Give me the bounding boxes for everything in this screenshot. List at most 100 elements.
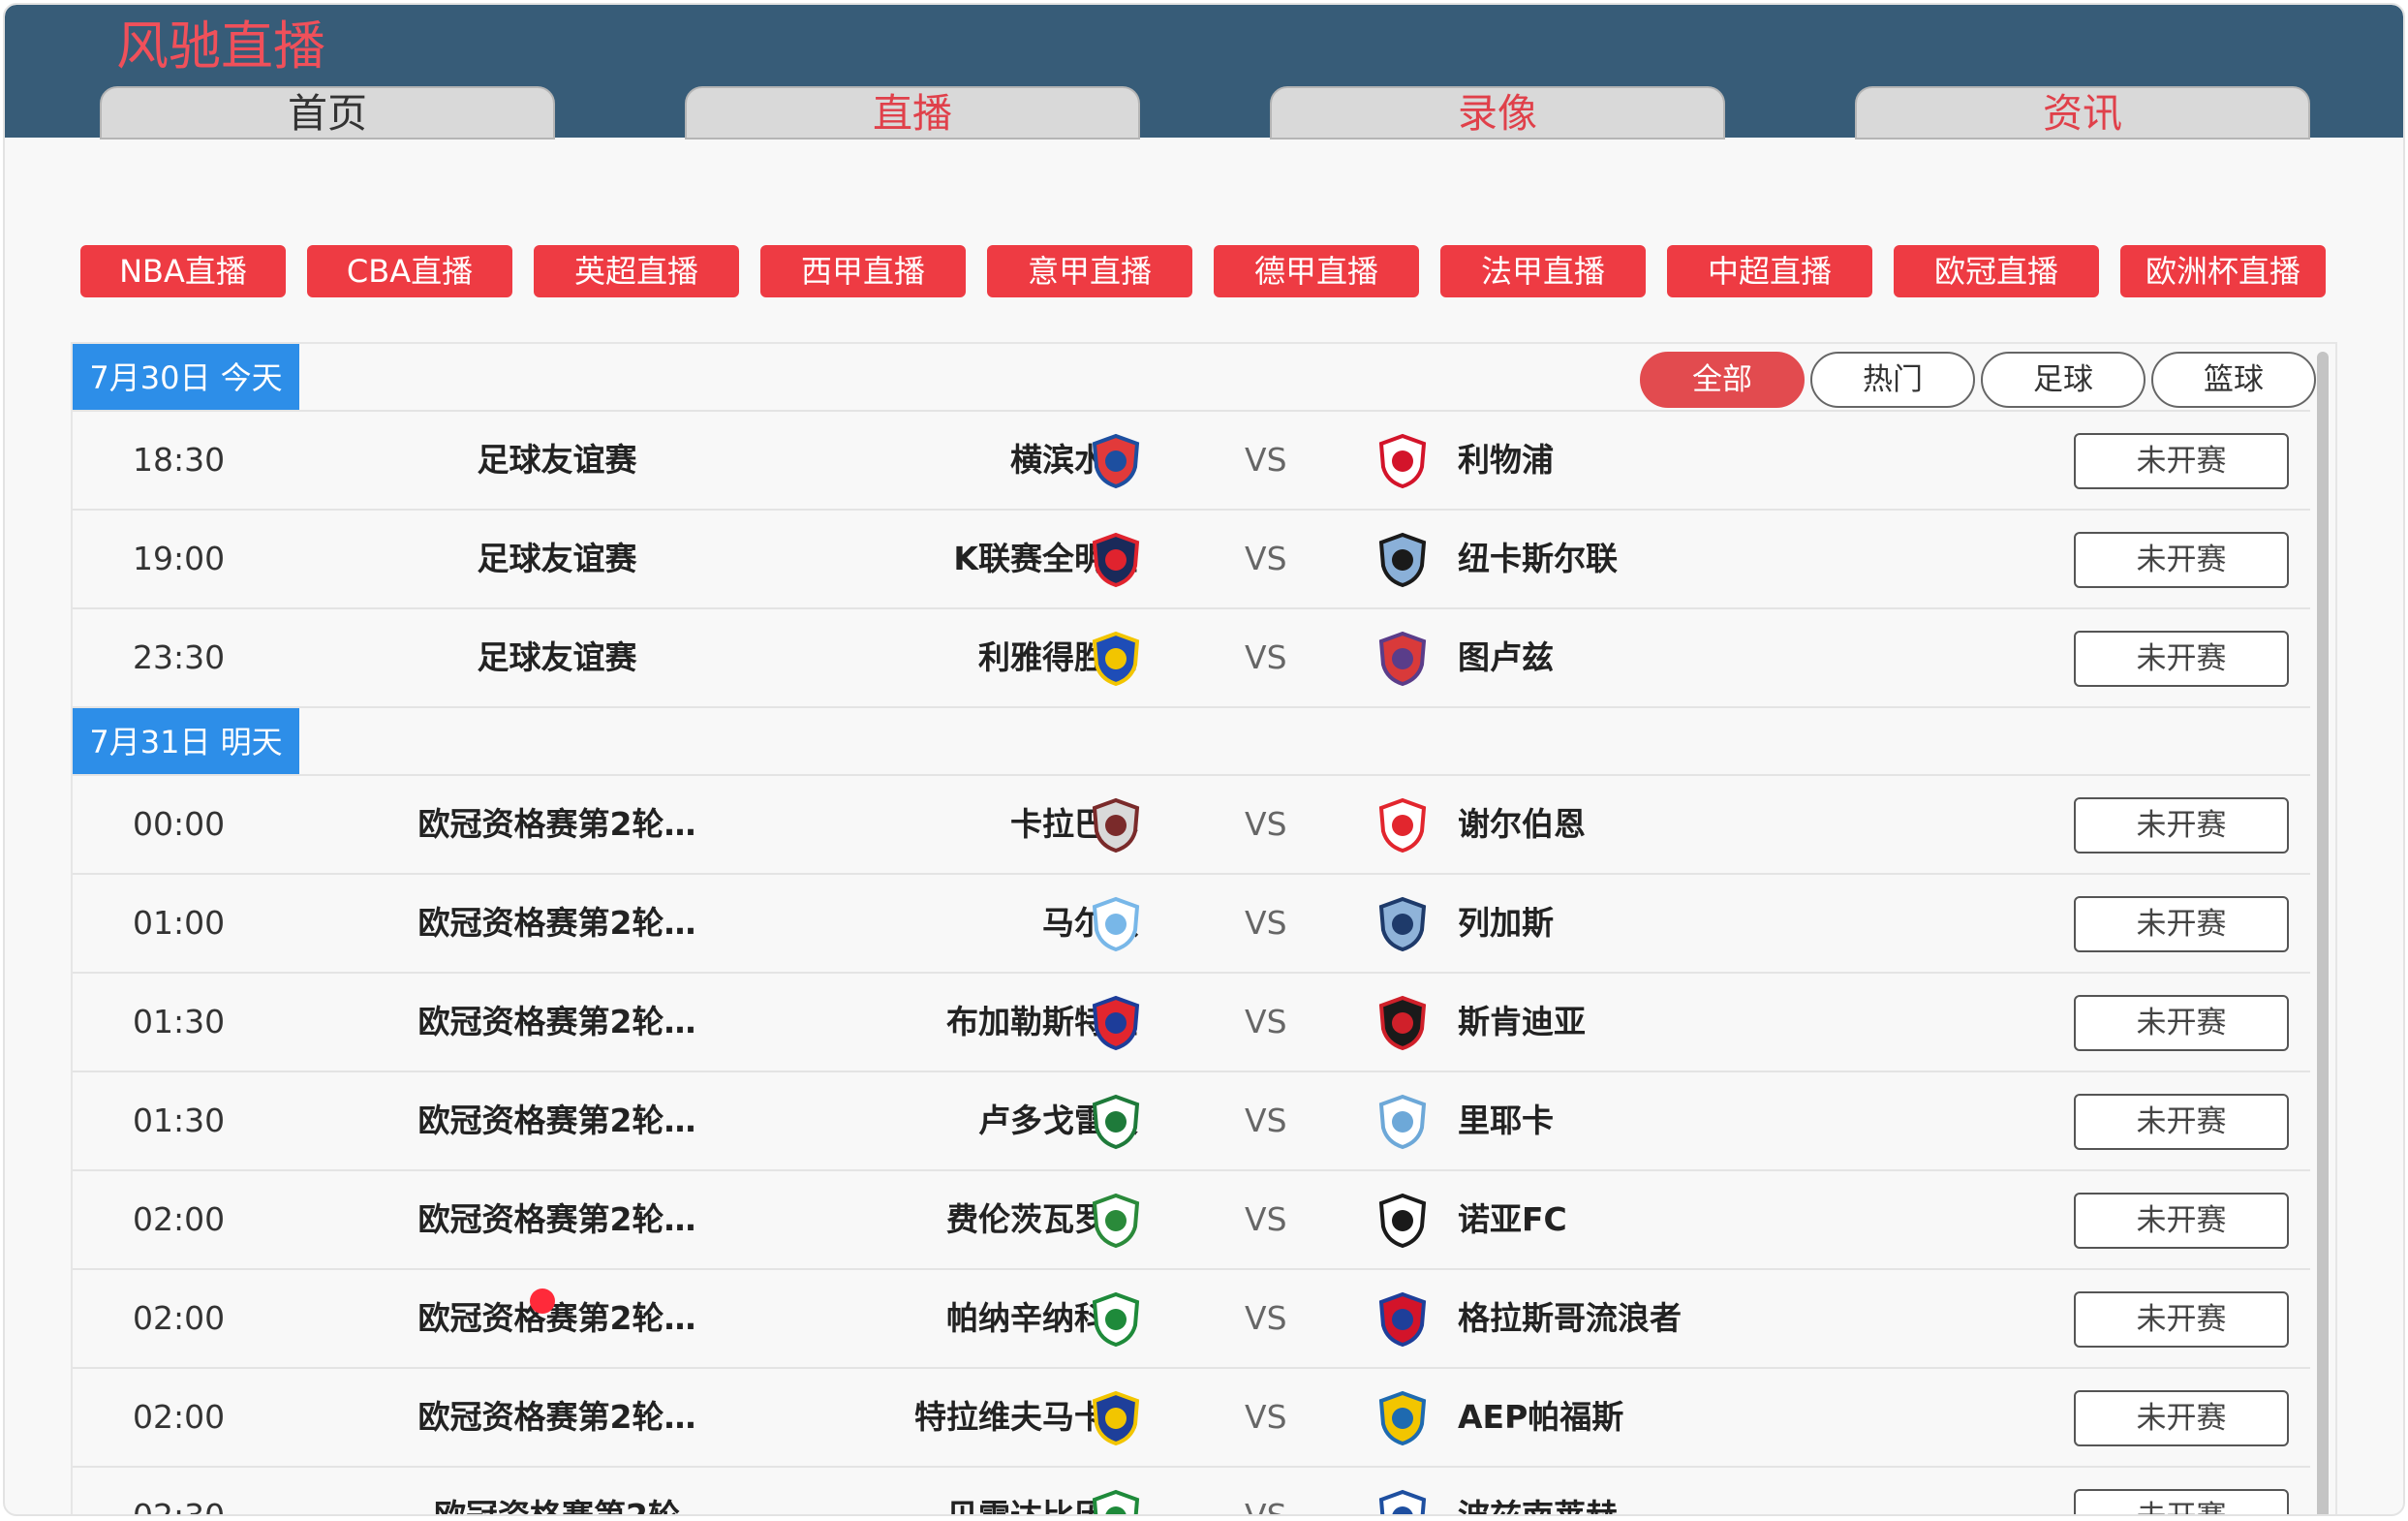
vs-label: VS	[1245, 1497, 1287, 1516]
league-button[interactable]: NBA直播	[80, 245, 286, 297]
match-row[interactable]: 01:00 欧冠资格赛第2轮… 马尔默 VS 列加斯 未开赛	[73, 875, 2310, 974]
rangers-crest-icon	[1374, 1291, 1431, 1348]
rijeka-crest-icon	[1374, 1094, 1431, 1150]
match-status-button[interactable]: 未开赛	[2074, 896, 2289, 952]
qarabag-crest-icon	[1088, 797, 1144, 854]
vs-label: VS	[1245, 638, 1287, 676]
ferencvaros-crest-icon	[1088, 1193, 1144, 1249]
nav-home[interactable]: 首页	[100, 86, 555, 140]
league-button[interactable]: 德甲直播	[1214, 245, 1419, 297]
league-button[interactable]: 中超直播	[1667, 245, 1872, 297]
away-team: 图卢兹	[1458, 638, 1554, 676]
yokohama-crest-icon	[1088, 433, 1144, 489]
panathinaikos-crest-icon	[1088, 1291, 1144, 1348]
rfs-crest-icon	[1374, 896, 1431, 952]
scrollbar-thumb[interactable]	[2317, 352, 2329, 1514]
match-league: 欧冠资格赛第2轮…	[417, 1398, 696, 1436]
filter-button[interactable]: 全部	[1640, 352, 1805, 408]
league-button[interactable]: 欧洲杯直播	[2120, 245, 2326, 297]
away-team: 格拉斯哥流浪者	[1458, 1299, 1682, 1337]
match-time: 02:00	[133, 1299, 226, 1337]
filter-button[interactable]: 足球	[1981, 352, 2146, 408]
ludogorets-crest-icon	[1088, 1094, 1144, 1150]
match-time: 19:00	[133, 540, 226, 577]
match-row[interactable]: 01:30 欧冠资格赛第2轮… 卢多戈雷茨 VS 里耶卡 未开赛	[73, 1072, 2310, 1171]
newcastle-crest-icon	[1374, 532, 1431, 588]
league-button[interactable]: 西甲直播	[760, 245, 966, 297]
away-team: 波兹南莱赫	[1458, 1497, 1618, 1516]
toulouse-crest-icon	[1374, 631, 1431, 687]
match-league: 足球友谊赛	[477, 441, 637, 479]
match-time: 01:30	[133, 1102, 226, 1139]
match-row[interactable]: 00:00 欧冠资格赛第2轮… 卡拉巴赫 VS 谢尔伯恩 未开赛	[73, 776, 2310, 875]
match-league: 欧冠资格赛第2轮…	[417, 805, 696, 843]
fcsb-crest-icon	[1088, 995, 1144, 1051]
match-league: 欧冠资格赛第2轮	[434, 1497, 680, 1516]
date-header: 7月31日 明天	[73, 708, 2310, 776]
league-button[interactable]: 欧冠直播	[1894, 245, 2099, 297]
league-button[interactable]: 意甲直播	[987, 245, 1192, 297]
match-row[interactable]: 18:30 足球友谊赛 横滨水手 VS 利物浦 未开赛	[73, 412, 2310, 511]
browser-window: 风驰直播 首页 直播 录像 资讯 NBA直播 CBA直播 英超直播 西甲直播 意甲直播德…	[3, 3, 2405, 1516]
nav-replay[interactable]: 录像	[1270, 86, 1725, 140]
vs-label: VS	[1245, 1398, 1287, 1436]
match-league: 欧冠资格赛第2轮…	[417, 1102, 696, 1139]
away-team: 利物浦	[1458, 441, 1554, 479]
match-time: 02:00	[133, 1398, 226, 1436]
match-list: 7月30日 今天 全部 热门 足球 篮球 18:30 足球友谊赛 横滨水手 VS 利物浦 未开赛 19…	[71, 342, 2337, 1516]
match-status-button[interactable]: 未开赛	[2074, 532, 2289, 588]
match-row[interactable]: 02:00 欧冠资格赛第2轮… 费伦茨瓦罗斯 VS 诺亚FC 未开赛	[73, 1171, 2310, 1270]
league-button[interactable]: 法甲直播	[1440, 245, 1646, 297]
match-league: 足球友谊赛	[477, 540, 637, 577]
league-button[interactable]: 英超直播	[534, 245, 739, 297]
match-league: 足球友谊赛	[477, 638, 637, 676]
site-header: 风驰直播 首页 直播 录像 资讯	[5, 5, 2403, 140]
match-status-button[interactable]: 未开赛	[2074, 995, 2289, 1051]
liverpool-liverbird-icon	[1374, 433, 1431, 489]
match-league: 欧冠资格赛第2轮…	[417, 1003, 696, 1040]
match-status-button[interactable]: 未开赛	[2074, 433, 2289, 489]
vs-label: VS	[1245, 805, 1287, 843]
match-row[interactable]: 02:00 欧冠资格赛第2轮… 帕纳辛纳科斯 VS 格拉斯哥流浪者 未开赛	[73, 1270, 2310, 1369]
malmo-crest-icon	[1088, 896, 1144, 952]
filter-button[interactable]: 热门	[1810, 352, 1975, 408]
match-league: 欧冠资格赛第2轮…	[417, 1299, 696, 1337]
away-team: 谢尔伯恩	[1458, 805, 1586, 843]
scrollbar[interactable]	[2314, 352, 2331, 1514]
cursor-indicator	[530, 1288, 555, 1314]
lech-poznan-crest-icon	[1374, 1489, 1431, 1514]
match-status-button[interactable]: 未开赛	[2074, 631, 2289, 687]
date-label: 7月30日 今天	[73, 344, 299, 410]
vs-label: VS	[1245, 1102, 1287, 1139]
match-row[interactable]: 23:30 足球友谊赛 利雅得胜利 VS 图卢兹 未开赛	[73, 609, 2310, 708]
match-row[interactable]: 19:00 足球友谊赛 K联赛全明星 VS 纽卡斯尔联 未开赛	[73, 511, 2310, 609]
nav-news[interactable]: 资讯	[1855, 86, 2310, 140]
maccabi-tel-aviv-crest-icon	[1088, 1390, 1144, 1446]
league-nav: NBA直播 CBA直播 英超直播 西甲直播 意甲直播 德甲直播 法甲直播 中超直播 欧冠直播 欧洲…	[80, 245, 2328, 299]
away-team: 列加斯	[1458, 904, 1554, 942]
match-status-button[interactable]: 未开赛	[2074, 1489, 2289, 1514]
filter-button[interactable]: 篮球	[2151, 352, 2316, 408]
noah-crest-icon	[1374, 1193, 1431, 1249]
away-team: AEP帕福斯	[1458, 1398, 1624, 1436]
away-team: 纽卡斯尔联	[1458, 540, 1618, 577]
match-status-button[interactable]: 未开赛	[2074, 797, 2289, 854]
match-status-button[interactable]: 未开赛	[2074, 1291, 2289, 1348]
away-team: 诺亚FC	[1458, 1200, 1567, 1238]
match-row[interactable]: 01:30 欧冠资格赛第2轮… 布加勒斯特星 VS 斯肯迪亚 未开赛	[73, 974, 2310, 1072]
match-status-button[interactable]: 未开赛	[2074, 1094, 2289, 1150]
nav-live[interactable]: 直播	[685, 86, 1140, 140]
match-row[interactable]: 02:30欧冠资格赛第2轮贝雷达比历克VS波兹南莱赫未开赛	[73, 1468, 2310, 1516]
vs-label: VS	[1245, 1200, 1287, 1238]
al-nassr-crest-icon	[1088, 631, 1144, 687]
match-status-button[interactable]: 未开赛	[2074, 1390, 2289, 1446]
vs-label: VS	[1245, 540, 1287, 577]
match-row[interactable]: 02:00 欧冠资格赛第2轮… 特拉维夫马卡比 VS AEP帕福斯 未开赛	[73, 1369, 2310, 1468]
betis-crest-icon	[1088, 1489, 1144, 1514]
match-status-button[interactable]: 未开赛	[2074, 1193, 2289, 1249]
league-button[interactable]: CBA直播	[307, 245, 512, 297]
vs-label: VS	[1245, 1003, 1287, 1040]
site-title[interactable]: 风驰直播	[116, 13, 325, 80]
match-time: 00:00	[133, 805, 226, 843]
match-league: 欧冠资格赛第2轮…	[417, 904, 696, 942]
